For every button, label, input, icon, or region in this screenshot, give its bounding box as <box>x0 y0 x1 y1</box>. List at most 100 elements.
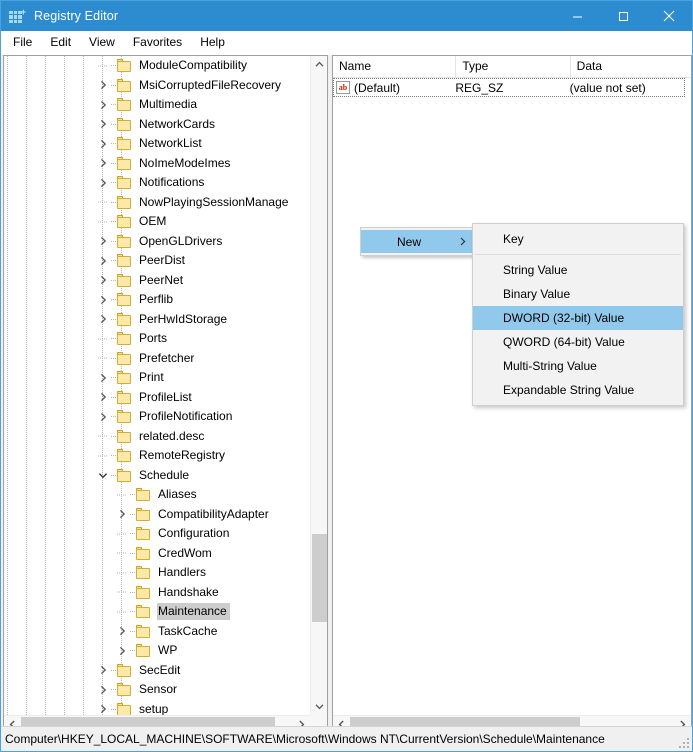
tree-item-credwom[interactable]: CredWom <box>4 544 310 564</box>
tree-item-profilenotification[interactable]: ProfileNotification <box>4 407 310 427</box>
registry-tree-pane[interactable]: ModuleCompatibility MsiCorruptedFileRecov… <box>3 55 328 733</box>
tree-item-maintenance[interactable]: Maintenance <box>4 602 310 622</box>
tree-item-profilelist[interactable]: ProfileList <box>4 388 310 408</box>
tree-item-multimedia[interactable]: Multimedia <box>4 95 310 115</box>
table-row[interactable]: ab (Default) REG_SZ (value not set) <box>333 78 691 97</box>
chevron-right-icon[interactable] <box>95 700 111 715</box>
chevron-right-icon[interactable] <box>95 115 111 134</box>
menu-view[interactable]: View <box>80 33 124 52</box>
submenu-item-binary-value[interactable]: Binary Value <box>473 282 683 306</box>
chevron-right-icon[interactable] <box>95 368 111 387</box>
tree-connector <box>111 357 116 359</box>
menu-favorites[interactable]: Favorites <box>124 33 191 52</box>
minimize-button[interactable] <box>554 1 600 31</box>
tree-item-remoteregistry[interactable]: RemoteRegistry <box>4 446 310 466</box>
chevron-right-icon[interactable] <box>95 290 111 309</box>
tree-item-nowplayingsessionmanage[interactable]: NowPlayingSessionManage <box>4 193 310 213</box>
tree-item-peernet[interactable]: PeerNet <box>4 271 310 291</box>
tree-connector <box>111 143 116 145</box>
tree-connector <box>111 201 116 203</box>
submenu-separator <box>475 254 681 255</box>
chevron-right-icon[interactable] <box>95 232 111 251</box>
tree-item-schedule[interactable]: Schedule <box>4 466 310 486</box>
chevron-right-icon[interactable] <box>95 95 111 114</box>
tree-item-opengldrivers[interactable]: OpenGLDrivers <box>4 232 310 252</box>
tree-item-print[interactable]: Print <box>4 368 310 388</box>
chevron-down-icon[interactable] <box>95 466 111 485</box>
context-menu[interactable]: New <box>360 227 475 256</box>
tree-item-ports[interactable]: Ports <box>4 329 310 349</box>
window-title: Registry Editor <box>34 9 119 23</box>
chevron-right-icon[interactable] <box>114 622 130 641</box>
chevron-right-icon[interactable] <box>95 251 111 270</box>
submenu-item-multi-string-value[interactable]: Multi-String Value <box>473 354 683 378</box>
tree-item-perflib[interactable]: Perflib <box>4 290 310 310</box>
tree-item-label: CompatibilityAdapter <box>158 506 269 521</box>
submenu-item-qword-value[interactable]: QWORD (64-bit) Value <box>473 330 683 354</box>
chevron-up-icon[interactable] <box>311 56 327 73</box>
column-header-type[interactable]: Type <box>456 56 571 77</box>
column-header-data[interactable]: Data <box>571 56 691 77</box>
tree-item-secedit[interactable]: SecEdit <box>4 661 310 681</box>
tree-item-related-desc[interactable]: related.desc <box>4 427 310 447</box>
tree-item-handshake[interactable]: Handshake <box>4 583 310 603</box>
tree-connector <box>130 552 135 554</box>
submenu-item-dword-value[interactable]: DWORD (32-bit) Value <box>473 306 683 330</box>
tree-item-sensor[interactable]: Sensor <box>4 680 310 700</box>
chevron-right-icon[interactable] <box>95 388 111 407</box>
chevron-right-icon[interactable] <box>95 310 111 329</box>
context-menu-item-new[interactable]: New <box>361 230 474 253</box>
tree-item-handlers[interactable]: Handlers <box>4 563 310 583</box>
tree-item-msicorruptedfilerecovery[interactable]: MsiCorruptedFileRecovery <box>4 76 310 96</box>
chevron-right-icon[interactable] <box>95 407 111 426</box>
chevron-right-icon[interactable] <box>95 154 111 173</box>
column-header-name[interactable]: Name <box>333 56 457 77</box>
tree-item-noimemodeimes[interactable]: NoImeModeImes <box>4 154 310 174</box>
maximize-button[interactable] <box>600 1 646 31</box>
tree-connector <box>130 494 135 496</box>
resize-grip-icon[interactable] <box>679 738 689 748</box>
tree-vertical-scrollbar[interactable] <box>310 56 327 715</box>
tree-item-oem[interactable]: OEM <box>4 212 310 232</box>
chevron-down-icon[interactable] <box>311 698 327 715</box>
chevron-right-icon[interactable] <box>95 680 111 699</box>
tree-item-compatibilityadapter[interactable]: CompatibilityAdapter <box>4 505 310 525</box>
tree-item-taskcache[interactable]: TaskCache <box>4 622 310 642</box>
tree-item-wp[interactable]: WP <box>4 641 310 661</box>
submenu-item-string-value[interactable]: String Value <box>473 258 683 282</box>
new-submenu[interactable]: Key String Value Binary Value DWORD (32-… <box>472 223 684 406</box>
tree-item-perhwidstorage[interactable]: PerHwIdStorage <box>4 310 310 330</box>
chevron-right-icon[interactable] <box>95 271 111 290</box>
chevron-right-icon[interactable] <box>95 661 111 680</box>
chevron-right-icon[interactable] <box>95 76 111 95</box>
tree-item-configuration[interactable]: Configuration <box>4 524 310 544</box>
close-button[interactable] <box>646 1 692 31</box>
tree-item-prefetcher[interactable]: Prefetcher <box>4 349 310 369</box>
chevron-right-icon[interactable] <box>114 505 130 524</box>
menu-file[interactable]: File <box>4 33 41 52</box>
chevron-right-icon <box>460 237 466 246</box>
menu-edit[interactable]: Edit <box>41 33 80 52</box>
tree-item-setup[interactable]: setup <box>4 700 310 715</box>
tree-viewport: ModuleCompatibility MsiCorruptedFileRecov… <box>4 56 310 715</box>
tree-item-label: related.desc <box>139 428 205 443</box>
folder-icon <box>117 215 133 229</box>
tree-item-peerdist[interactable]: PeerDist <box>4 251 310 271</box>
tree-item-label: WP <box>158 643 178 658</box>
tree-vscroll-thumb[interactable] <box>312 534 327 622</box>
chevron-right-icon[interactable] <box>114 641 130 660</box>
folder-icon <box>117 176 133 190</box>
chevron-right-icon[interactable] <box>95 134 111 153</box>
submenu-item-expandable-string-value[interactable]: Expandable String Value <box>473 378 683 402</box>
submenu-item-key[interactable]: Key <box>473 227 683 251</box>
chevron-right-icon[interactable] <box>95 173 111 192</box>
tree-item-networkcards[interactable]: NetworkCards <box>4 115 310 135</box>
tree-item-aliases[interactable]: Aliases <box>4 485 310 505</box>
tree-leaf-connector <box>114 524 130 543</box>
tree-item-notifications[interactable]: Notifications <box>4 173 310 193</box>
tree-item-networklist[interactable]: NetworkList <box>4 134 310 154</box>
tree-item-modulecompatibility[interactable]: ModuleCompatibility <box>4 56 310 76</box>
folder-icon <box>117 293 133 307</box>
menu-help[interactable]: Help <box>191 33 234 52</box>
tree-leaf-connector <box>114 485 130 504</box>
